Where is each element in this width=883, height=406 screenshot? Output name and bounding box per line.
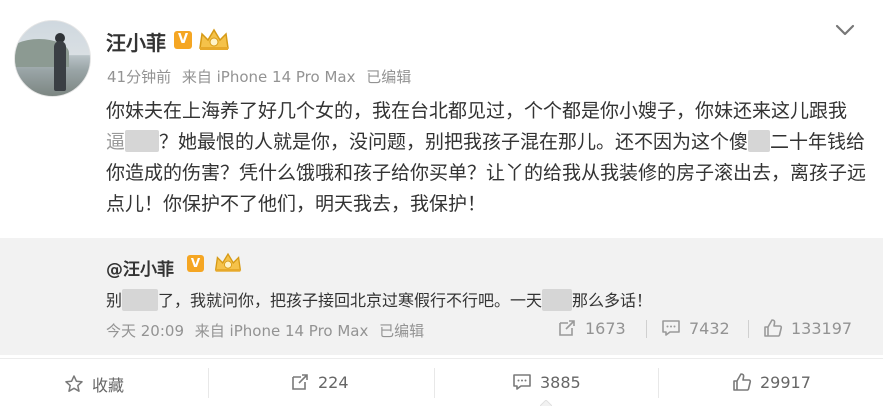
comment-icon xyxy=(513,374,531,390)
like-count: 29917 xyxy=(760,372,811,392)
repost-icon xyxy=(559,320,575,336)
favorite-button[interactable]: 收藏 xyxy=(64,372,124,396)
post-edited[interactable]: 已编辑 xyxy=(366,68,411,86)
censored-blur xyxy=(542,289,573,311)
avatar[interactable] xyxy=(14,20,91,97)
quoted-comment-button[interactable]: 7432 xyxy=(661,318,730,338)
thumbs-up-icon xyxy=(764,319,783,337)
quoted-source: 来自 iPhone 14 Pro Max xyxy=(194,322,369,340)
quoted-meta: 今天 20:09 来自 iPhone 14 Pro Max 已编辑 xyxy=(106,320,430,341)
star-icon xyxy=(65,375,83,392)
quoted-like-count: 133197 xyxy=(791,318,853,338)
crown-badge-icon xyxy=(213,250,243,274)
censored-blur xyxy=(122,289,159,311)
quoted-text-part3: 那么多话！ xyxy=(572,291,653,310)
active-tab-indicator xyxy=(540,400,552,406)
quoted-repost-count: 1673 xyxy=(585,318,626,338)
quoted-time[interactable]: 今天 20:09 xyxy=(106,322,184,340)
quoted-comment-count: 7432 xyxy=(689,318,730,338)
verified-badge-icon: V xyxy=(174,31,192,49)
post-time[interactable]: 41分钟前 xyxy=(107,68,171,86)
avatar-person xyxy=(54,41,66,91)
more-options-button[interactable] xyxy=(832,20,858,40)
repost-count: 224 xyxy=(318,372,349,392)
censored-blur xyxy=(125,130,160,152)
divider xyxy=(658,368,659,398)
quoted-edited[interactable]: 已编辑 xyxy=(379,322,424,340)
post-text-partial: 逼 xyxy=(106,131,126,153)
quoted-text-part1: 别 xyxy=(106,291,123,310)
favorite-label: 收藏 xyxy=(92,376,125,395)
quoted-text-part2: 了，我就问你，把孩子接回北京过寒假行不行吧。一天 xyxy=(158,291,543,310)
post-source: 来自 iPhone 14 Pro Max xyxy=(181,68,356,86)
quoted-like-button[interactable]: 133197 xyxy=(763,318,852,338)
comment-button[interactable]: 3885 xyxy=(512,372,581,392)
quoted-repost-button[interactable]: 1673 xyxy=(557,318,626,338)
divider xyxy=(646,320,647,338)
comment-icon xyxy=(662,320,680,336)
divider xyxy=(208,368,209,398)
repost-icon xyxy=(292,374,308,390)
crown-badge-icon xyxy=(197,26,231,52)
repost-button[interactable]: 224 xyxy=(290,372,349,392)
divider xyxy=(748,320,749,338)
thumbs-up-icon xyxy=(733,373,752,391)
divider xyxy=(434,368,435,398)
comment-count: 3885 xyxy=(540,372,581,392)
chevron-down-icon xyxy=(835,24,855,36)
quoted-text: 别 了，我就问你，把孩子接回北京过寒假行不行吧。一天 那么多话！ xyxy=(106,287,652,311)
post-text-part2: ？她最恨的人就是你，没问题，别把我孩子混在那儿。还不因为这个傻 xyxy=(159,131,749,153)
post-username[interactable]: 汪小菲 xyxy=(106,27,166,56)
verified-badge-icon: V xyxy=(187,255,204,272)
post-meta: 41分钟前 来自 iPhone 14 Pro Max 已编辑 xyxy=(107,66,417,87)
like-button[interactable]: 29917 xyxy=(732,372,811,392)
post-text-part1: 你妹夫在上海养了好几个女的，我在台北都见过，个个都是你小嫂子，你妹还来这儿跟我 xyxy=(106,100,848,122)
post-text: 你妹夫在上海养了好几个女的，我在台北都见过，个个都是你小嫂子，你妹还来这儿跟我逼… xyxy=(106,96,866,220)
censored-blur xyxy=(748,130,771,152)
quoted-username[interactable]: @汪小菲 xyxy=(106,255,174,280)
